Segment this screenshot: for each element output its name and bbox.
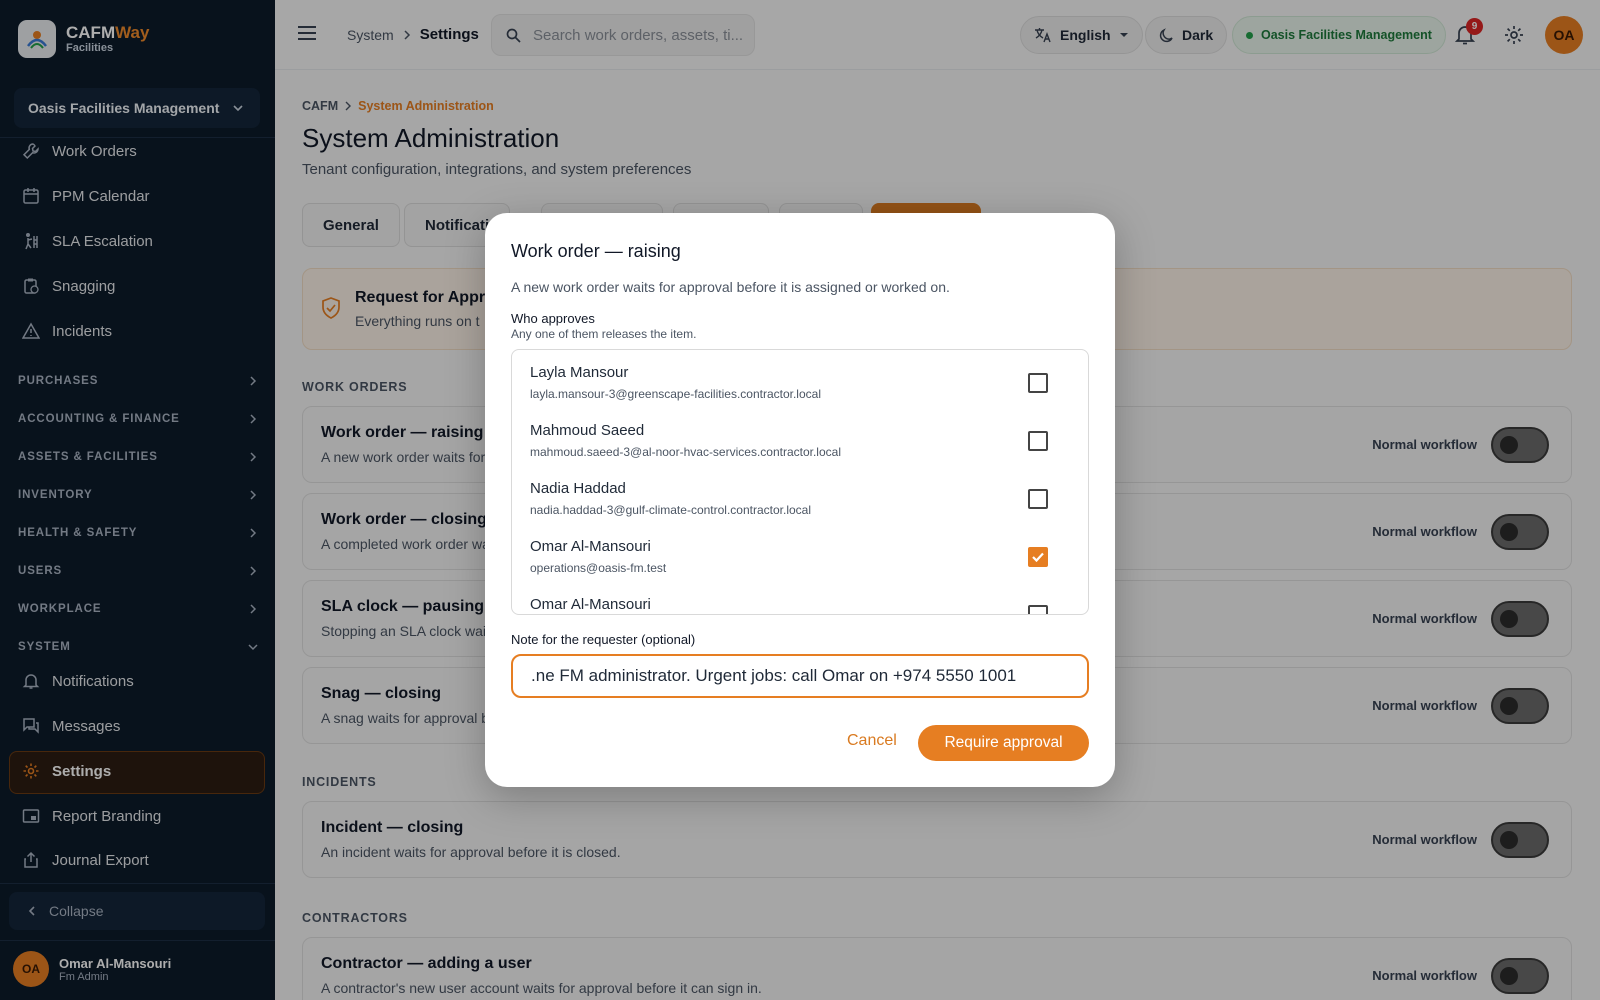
- requester-note-input[interactable]: [511, 654, 1089, 698]
- approver-checkbox[interactable]: [1028, 605, 1048, 614]
- approvers-help: Any one of them releases the item.: [511, 327, 697, 341]
- approvers-label: Who approves: [511, 311, 595, 326]
- note-label: Note for the requester (optional): [511, 632, 696, 647]
- approver-option[interactable]: Mahmoud Saeed mahmoud.saeed-3@al-noor-hv…: [512, 408, 1088, 466]
- dialog-description: A new work order waits for approval befo…: [511, 279, 950, 295]
- approvers-list[interactable]: Layla Mansour layla.mansour-3@greenscape…: [511, 349, 1089, 615]
- approval-dialog: Work order — raising A new work order wa…: [485, 213, 1115, 787]
- approver-checkbox[interactable]: [1028, 431, 1048, 451]
- approver-option[interactable]: Omar Al-Mansouri: [512, 582, 1088, 614]
- approver-option[interactable]: Nadia Haddad nadia.haddad-3@gulf-climate…: [512, 466, 1088, 524]
- require-approval-button[interactable]: Require approval: [918, 725, 1089, 761]
- approver-checkbox[interactable]: [1028, 489, 1048, 509]
- check-icon: [1032, 552, 1044, 563]
- dialog-title: Work order — raising: [511, 241, 681, 261]
- approver-checkbox[interactable]: [1028, 373, 1048, 393]
- approver-option[interactable]: Layla Mansour layla.mansour-3@greenscape…: [512, 350, 1088, 408]
- approver-option[interactable]: Omar Al-Mansouri operations@oasis-fm.tes…: [512, 524, 1088, 582]
- approver-checkbox-checked[interactable]: [1028, 547, 1048, 567]
- cancel-button[interactable]: Cancel: [847, 723, 897, 759]
